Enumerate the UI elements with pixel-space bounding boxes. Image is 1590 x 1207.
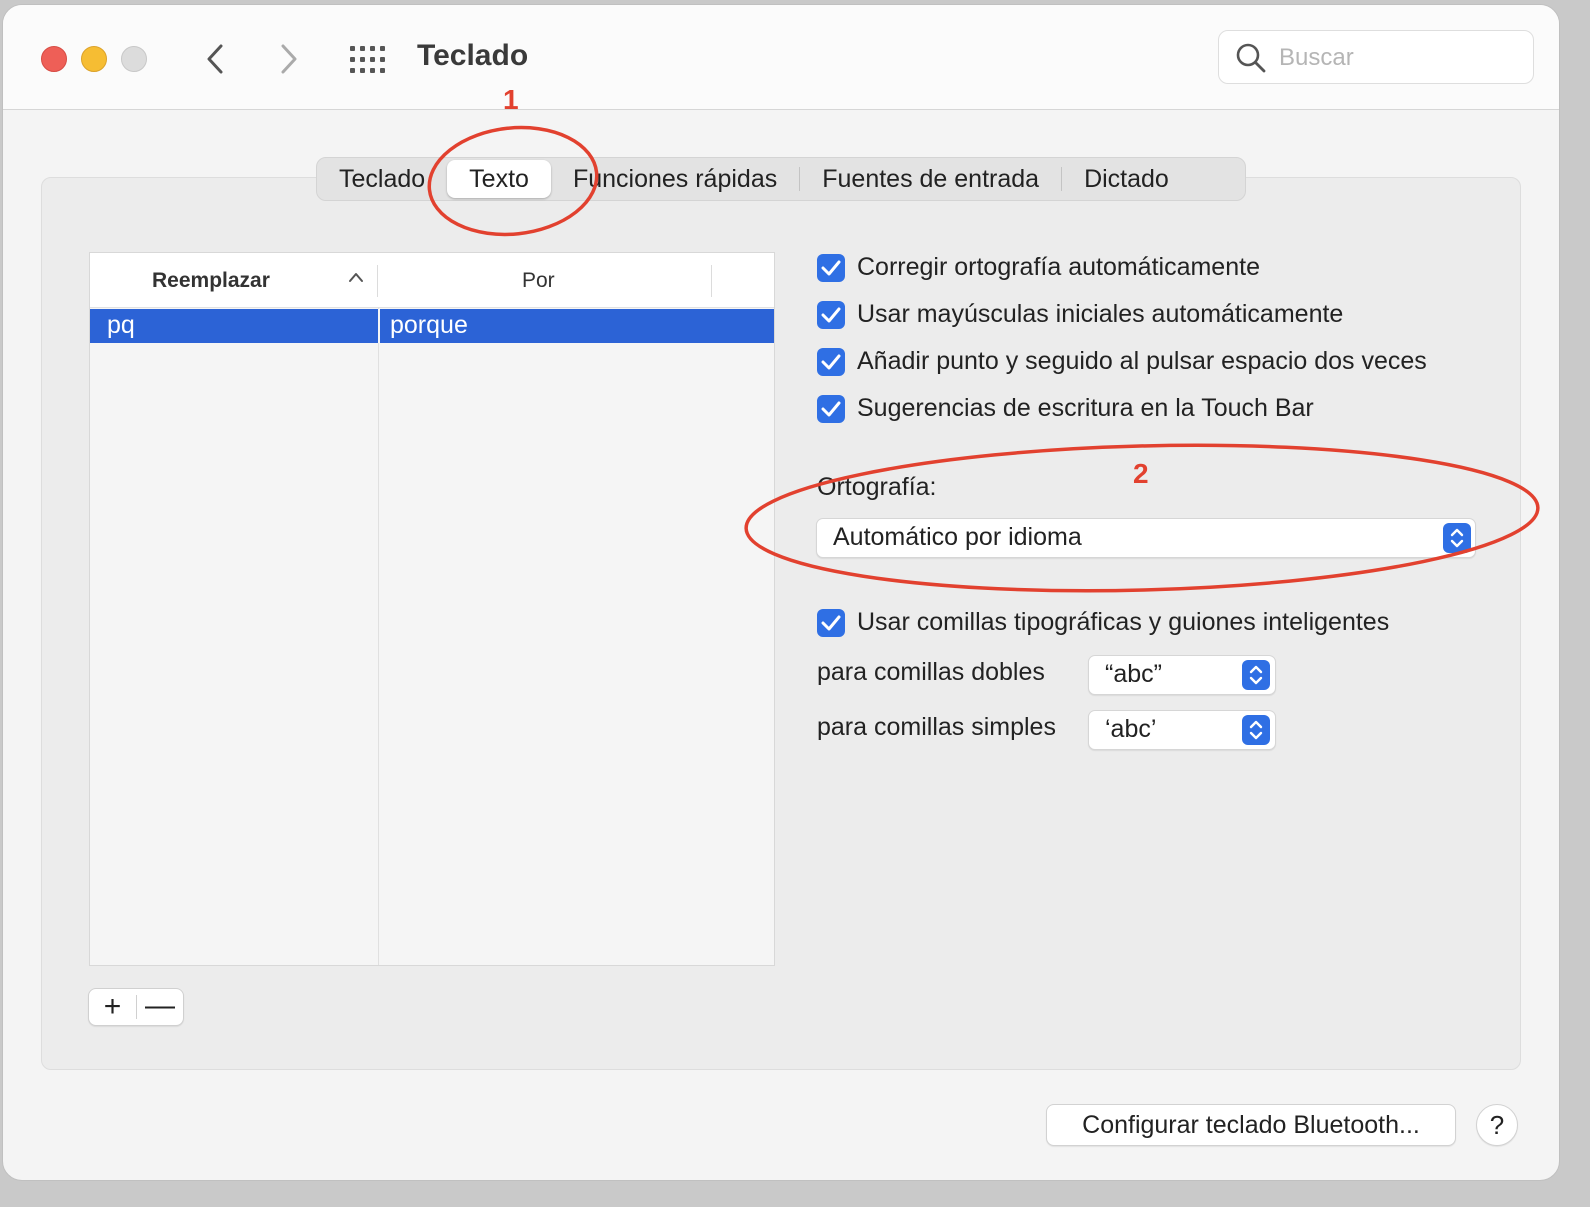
annotation-number-2: 2 <box>1133 458 1149 489</box>
tab-bar: Teclado Texto Funciones rápidas Fuentes … <box>316 157 1246 201</box>
tab-teclado[interactable]: Teclado <box>317 160 447 198</box>
single-quotes-value: ‘abc’ <box>1105 715 1157 743</box>
column-divider <box>378 309 380 343</box>
column-divider <box>377 265 378 297</box>
checkbox-correct-spelling[interactable] <box>817 254 845 282</box>
text-replacements-table[interactable]: Reemplazar Por pq porque <box>89 252 775 966</box>
column-divider <box>711 265 712 297</box>
chevron-left-icon <box>207 44 223 74</box>
configure-bluetooth-keyboard-button[interactable]: Configurar teclado Bluetooth... <box>1046 1104 1456 1146</box>
back-button[interactable] <box>199 41 233 77</box>
cell-replace[interactable]: pq <box>107 311 135 340</box>
close-button[interactable] <box>41 46 67 72</box>
remove-button[interactable]: — <box>137 989 183 1025</box>
checkbox-double-space-period[interactable] <box>817 348 845 376</box>
single-quotes-select[interactable]: ‘abc’ <box>1088 710 1276 750</box>
option-label: Añadir punto y seguido al pulsar espacio… <box>857 347 1427 375</box>
checkbox-capitalize[interactable] <box>817 301 845 329</box>
annotation-number-1: 1 <box>503 84 519 115</box>
spelling-value: Automático por idioma <box>833 523 1082 551</box>
column-header-replace[interactable]: Reemplazar <box>152 269 270 293</box>
search-field[interactable] <box>1218 30 1534 84</box>
add-remove-control: + — <box>88 988 184 1026</box>
double-quotes-select[interactable]: “abc” <box>1088 655 1276 695</box>
zoom-button[interactable] <box>121 46 147 72</box>
minimize-button[interactable] <box>81 46 107 72</box>
up-down-arrows-icon <box>1242 660 1270 690</box>
tab-fuentes-de-entrada[interactable]: Fuentes de entrada <box>800 160 1061 198</box>
checkbox-touchbar-suggestions[interactable] <box>817 395 845 423</box>
grid-icon <box>350 46 385 73</box>
show-all-grid-button[interactable] <box>349 45 387 75</box>
checkbox-smart-quotes[interactable] <box>817 609 845 637</box>
up-down-arrows-icon <box>1443 523 1471 553</box>
table-row[interactable]: pq porque <box>90 309 774 343</box>
cell-with[interactable]: porque <box>390 311 468 340</box>
checkmark-icon <box>821 260 841 276</box>
option-label: Usar comillas tipográficas y guiones int… <box>857 608 1390 636</box>
tab-funciones-rapidas[interactable]: Funciones rápidas <box>551 160 799 198</box>
spelling-select[interactable]: Automático por idioma <box>816 518 1476 558</box>
forward-button[interactable] <box>271 41 305 77</box>
search-icon <box>1236 43 1266 73</box>
option-label: Sugerencias de escritura en la Touch Bar <box>857 394 1314 422</box>
option-label: Corregir ortografía automáticamente <box>857 253 1260 281</box>
single-quotes-label: para comillas simples <box>817 713 1056 741</box>
window-title: Teclado <box>417 39 529 72</box>
checkmark-icon <box>821 615 841 631</box>
keyboard-preferences-window: Teclado Teclado Texto Funciones rápidas … <box>2 4 1560 1181</box>
checkmark-icon <box>821 354 841 370</box>
option-label: Usar mayúsculas iniciales automáticament… <box>857 300 1344 328</box>
tab-dictado[interactable]: Dictado <box>1062 160 1191 198</box>
column-header-with[interactable]: Por <box>522 269 555 293</box>
help-button[interactable]: ? <box>1476 1104 1518 1146</box>
tab-texto[interactable]: Texto <box>447 160 551 198</box>
column-divider <box>378 307 379 965</box>
chevron-right-icon <box>281 44 297 74</box>
up-down-arrows-icon <box>1242 715 1270 745</box>
sort-ascending-icon <box>349 273 363 282</box>
table-header: Reemplazar Por <box>90 253 774 308</box>
search-input[interactable] <box>1277 39 1521 77</box>
title-bar: Teclado <box>3 5 1559 110</box>
add-button[interactable]: + <box>89 989 136 1025</box>
checkmark-icon <box>821 401 841 417</box>
checkmark-icon <box>821 307 841 323</box>
spelling-label: Ortografía: <box>817 473 937 501</box>
double-quotes-value: “abc” <box>1105 660 1162 688</box>
double-quotes-label: para comillas dobles <box>817 658 1045 686</box>
